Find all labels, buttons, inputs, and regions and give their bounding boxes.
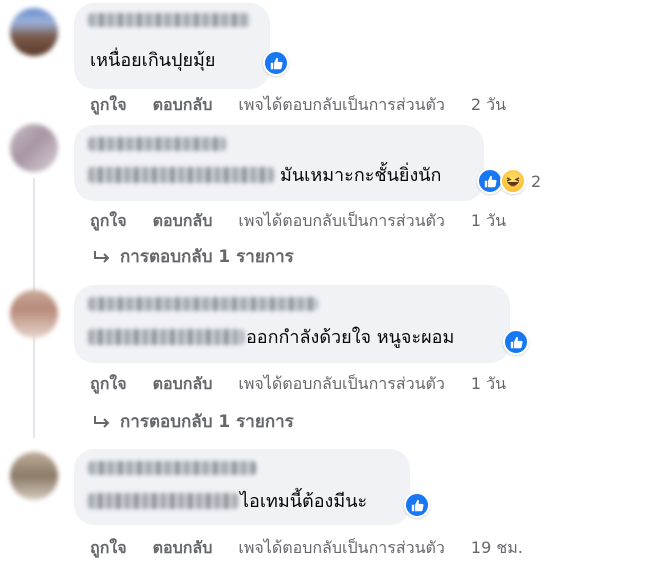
- timestamp[interactable]: 1 วัน: [471, 209, 506, 234]
- timestamp[interactable]: 1 วัน: [471, 372, 506, 397]
- page-reply-note: เพจได้ตอบกลับเป็นการส่วนตัว: [238, 374, 445, 393]
- comment-text: เหนื่อยเกินปุยมุ้ย: [90, 50, 216, 71]
- like-icon[interactable]: [404, 492, 430, 518]
- view-replies-link[interactable]: การตอบกลับ 1 รายการ: [92, 408, 294, 435]
- avatar[interactable]: [10, 290, 58, 338]
- page-reply-note: เพจได้ตอบกลับเป็นการส่วนตัว: [238, 211, 445, 230]
- author-name[interactable]: [88, 137, 226, 151]
- comment-bubble: ไอเทมนี้ต้องมีนะ: [74, 449, 410, 525]
- avatar[interactable]: [10, 452, 58, 500]
- comment-text: ไอเทมนี้ต้องมีนะ: [240, 491, 368, 512]
- reply-arrow-icon: [94, 415, 110, 428]
- reply-arrow-icon: [94, 250, 110, 263]
- reply-button[interactable]: ตอบกลับ: [153, 209, 213, 234]
- like-button[interactable]: ถูกใจ: [90, 536, 127, 561]
- comment-actions: ถูกใจ ตอบกลับ เพจได้ตอบกลับเป็นการส่วนตั…: [90, 209, 506, 234]
- replies-count-label[interactable]: การตอบกลับ 1 รายการ: [120, 408, 294, 435]
- reply-button[interactable]: ตอบกลับ: [153, 372, 213, 397]
- reply-button[interactable]: ตอบกลับ: [153, 536, 213, 561]
- comment-actions: ถูกใจ ตอบกลับ เพจได้ตอบกลับเป็นการส่วนตั…: [90, 372, 506, 397]
- comment-bubble: ออกกำลังด้วยใจ หนูจะผอม: [74, 285, 510, 363]
- blurred-mention: [88, 493, 238, 509]
- comment-bubble: มันเหมาะกะชั้นยิ่งนัก: [74, 125, 484, 201]
- comment-bubble: เหนื่อยเกินปุยมุ้ย: [74, 3, 270, 89]
- page-reply-note: เพจได้ตอบกลับเป็นการส่วนตัว: [238, 95, 445, 114]
- like-button[interactable]: ถูกใจ: [90, 209, 127, 234]
- replies-count-label[interactable]: การตอบกลับ 1 รายการ: [120, 243, 294, 270]
- reply-button[interactable]: ตอบกลับ: [153, 93, 213, 118]
- like-icon[interactable]: [503, 329, 529, 355]
- timestamp[interactable]: 2 วัน: [471, 93, 506, 118]
- view-replies-link[interactable]: การตอบกลับ 1 รายการ: [92, 243, 294, 270]
- reaction-count[interactable]: 2: [531, 172, 541, 191]
- blurred-mention: [88, 329, 244, 345]
- like-button[interactable]: ถูกใจ: [90, 93, 127, 118]
- avatar[interactable]: [10, 124, 58, 172]
- comment-actions: ถูกใจ ตอบกลับ เพจได้ตอบกลับเป็นการส่วนตั…: [90, 93, 506, 118]
- comment-actions: ถูกใจ ตอบกลับ เพจได้ตอบกลับเป็นการส่วนตั…: [90, 536, 523, 561]
- blurred-mention: [88, 167, 274, 183]
- timestamp[interactable]: 19 ชม.: [471, 536, 523, 561]
- comment-text: ออกกำลังด้วยใจ หนูจะผอม: [246, 327, 455, 348]
- page-reply-note: เพจได้ตอบกลับเป็นการส่วนตัว: [238, 538, 445, 557]
- haha-icon[interactable]: [500, 168, 526, 194]
- author-name[interactable]: [88, 297, 318, 311]
- comment-text: มันเหมาะกะชั้นยิ่งนัก: [280, 165, 442, 186]
- like-button[interactable]: ถูกใจ: [90, 372, 127, 397]
- like-icon[interactable]: [263, 50, 289, 76]
- avatar[interactable]: [10, 8, 58, 56]
- author-name[interactable]: [88, 461, 256, 475]
- author-name[interactable]: [88, 13, 250, 27]
